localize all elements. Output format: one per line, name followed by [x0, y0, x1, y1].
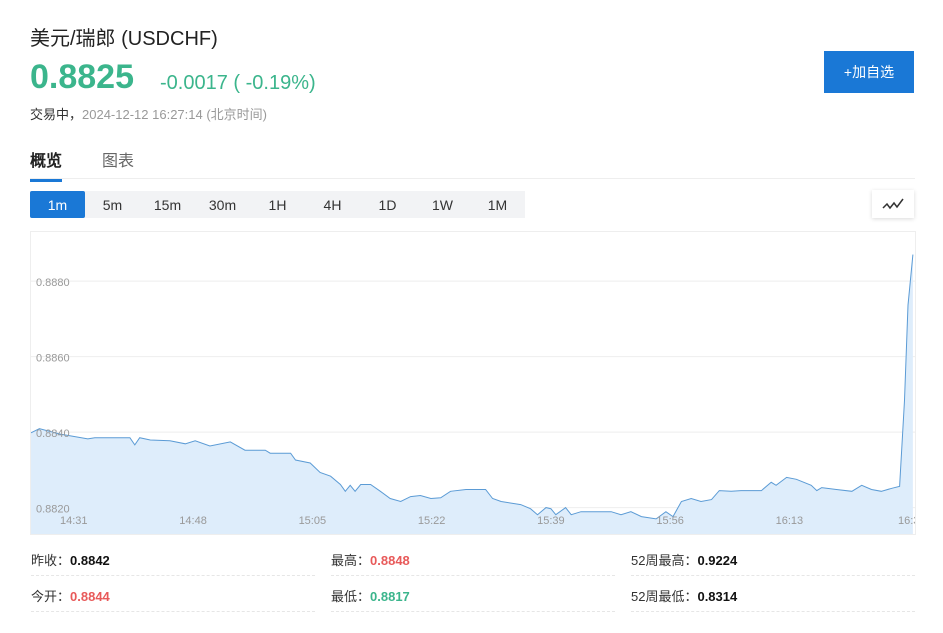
- stat-label: 最高：: [331, 553, 371, 568]
- period-4h[interactable]: 4H: [305, 191, 360, 218]
- stat-item: 52周最高：0.9224: [631, 550, 737, 570]
- stat-value: 0.8848: [370, 553, 410, 568]
- stat-label: 最低：: [331, 589, 371, 604]
- tab-chart[interactable]: 图表: [102, 147, 134, 179]
- price-change: -0.0017 ( -0.19%): [160, 72, 316, 94]
- status-label: 交易中，: [30, 107, 83, 122]
- x-tick-label: 15:56: [656, 515, 684, 527]
- tab-overview[interactable]: 概览: [30, 147, 63, 182]
- x-tick-label: 15:39: [537, 515, 565, 527]
- x-tick-label: 14:31: [60, 515, 88, 527]
- chart-canvas: 0.8820 0.8840 0.8860 0.8880 14:31 14:48 15:05 1…: [30, 254, 919, 534]
- x-tick-label: 15:05: [299, 515, 327, 527]
- period-1d[interactable]: 1D: [360, 191, 415, 218]
- x-tick-label: 14:48: [179, 515, 207, 527]
- price-area: [31, 254, 913, 534]
- line-chart-icon: [882, 198, 904, 210]
- add-watchlist-button[interactable]: +加自选: [824, 51, 914, 93]
- stat-value: 0.8314: [697, 589, 738, 604]
- stat-divider: [31, 575, 315, 576]
- current-price: 0.8825: [30, 58, 134, 96]
- stat-label: 昨收：: [31, 553, 71, 568]
- period-1w[interactable]: 1W: [415, 191, 470, 218]
- x-tick-label: 16:3: [898, 515, 915, 527]
- chart-type-button[interactable]: [872, 190, 914, 218]
- stat-item: 今开：0.8844: [31, 586, 110, 606]
- stat-label: 今开：: [31, 589, 71, 604]
- x-tick-label: 15:22: [418, 515, 446, 527]
- y-tick-label: 0.8860: [36, 353, 70, 365]
- y-tick-label: 0.8840: [36, 428, 70, 440]
- timestamp: 2024-12-12 16:27:14 (北京时间): [82, 107, 267, 122]
- stat-value: 0.8842: [70, 553, 110, 568]
- period-1mo[interactable]: 1M: [470, 191, 525, 218]
- stat-divider: [331, 575, 615, 576]
- price-chart: 0.8820 0.8840 0.8860 0.8880 14:31 14:48 15:05 1…: [30, 231, 919, 535]
- period-30m[interactable]: 30m: [195, 191, 250, 218]
- stat-divider: [31, 611, 315, 612]
- stat-value: 0.8817: [370, 589, 410, 604]
- stat-divider: [631, 575, 915, 576]
- y-tick-label: 0.8820: [36, 504, 70, 516]
- period-1m[interactable]: 1m: [30, 191, 85, 218]
- period-5m[interactable]: 5m: [85, 191, 140, 218]
- trading-status: 交易中，2024-12-12 16:27:14 (北京时间): [30, 104, 267, 123]
- stat-divider: [631, 611, 915, 612]
- stat-label: 52周最低：: [631, 589, 698, 604]
- stat-item: 最高：0.8848: [331, 550, 410, 570]
- stat-value: 0.9224: [697, 553, 738, 568]
- x-tick-label: 16:13: [776, 515, 804, 527]
- y-tick-label: 0.8880: [36, 277, 70, 289]
- period-1h[interactable]: 1H: [250, 191, 305, 218]
- stat-label: 52周最高：: [631, 553, 698, 568]
- stat-divider: [331, 611, 615, 612]
- period-15m[interactable]: 15m: [140, 191, 195, 218]
- instrument-title: 美元/瑞郎 (USDCHF): [30, 28, 218, 50]
- stat-value: 0.8844: [70, 589, 110, 604]
- tab-divider: [30, 178, 915, 179]
- stat-item: 最低：0.8817: [331, 586, 410, 606]
- stat-item: 52周最低：0.8314: [631, 586, 737, 606]
- period-selector: 1m 5m 15m 30m 1H 4H 1D 1W 1M: [30, 191, 525, 218]
- stat-item: 昨收：0.8842: [31, 550, 110, 570]
